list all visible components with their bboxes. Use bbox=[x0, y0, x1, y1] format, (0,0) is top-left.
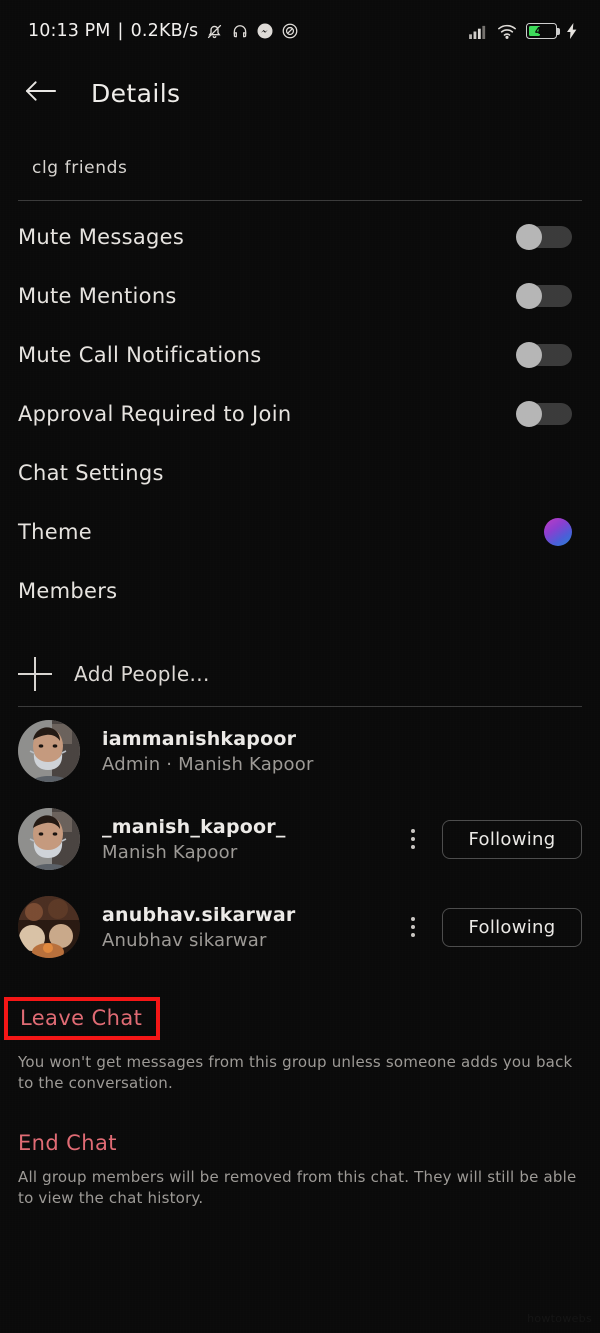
end-chat-section: End Chat All group members will be remov… bbox=[0, 1131, 600, 1208]
more-options-icon[interactable] bbox=[402, 912, 424, 942]
group-name[interactable]: clg friends bbox=[0, 124, 600, 200]
toggle-switch[interactable] bbox=[516, 282, 572, 309]
watermark: howtowebs bbox=[527, 1312, 592, 1325]
page-title: Details bbox=[91, 78, 181, 108]
member-actions: Following bbox=[402, 907, 582, 947]
member-username: anubhav.sikarwar bbox=[102, 903, 296, 926]
theme-color-dot[interactable] bbox=[544, 517, 572, 546]
charging-bolt-icon bbox=[566, 23, 578, 39]
status-bar: 10:13 PM | 0.2KB/s 45 bbox=[0, 0, 600, 62]
member-username: _manish_kapoor_ bbox=[102, 815, 286, 838]
following-button[interactable]: Following bbox=[442, 907, 582, 947]
status-clock: 10:13 PM bbox=[28, 21, 111, 41]
toggle-switch[interactable] bbox=[516, 223, 572, 250]
messenger-icon bbox=[256, 22, 274, 40]
settings-row-label: Mute Mentions bbox=[18, 283, 177, 308]
plus-icon bbox=[18, 657, 52, 691]
toggle-knob bbox=[516, 400, 542, 427]
member-username: iammanishkapoor bbox=[102, 727, 297, 750]
settings-row-label: Mute Call Notifications bbox=[18, 342, 262, 367]
member-list: iammanishkapoor Admin · Manish Kapoor _man… bbox=[0, 707, 600, 971]
more-options-icon[interactable] bbox=[402, 824, 424, 854]
member-subtitle: Admin · Manish Kapoor bbox=[102, 753, 314, 775]
signal-bars-icon bbox=[469, 24, 488, 39]
avatar[interactable] bbox=[18, 808, 80, 870]
settings-row[interactable]: Members bbox=[0, 561, 600, 620]
page-header: Details bbox=[0, 62, 600, 124]
settings-row-label: Theme bbox=[18, 519, 92, 544]
leave-chat-button[interactable]: Leave Chat bbox=[20, 1006, 142, 1030]
toggle-knob bbox=[516, 341, 542, 368]
settings-row[interactable]: Approval Required to Join bbox=[0, 384, 600, 443]
add-people-label: Add People... bbox=[74, 662, 210, 686]
add-people-row[interactable]: Add People... bbox=[0, 642, 600, 706]
avatar[interactable] bbox=[18, 720, 80, 782]
toggle-knob bbox=[516, 282, 542, 309]
settings-row-label: Approval Required to Join bbox=[18, 401, 292, 426]
toggle-switch[interactable] bbox=[516, 341, 572, 368]
member-text: iammanishkapoor Admin · Manish Kapoor bbox=[80, 728, 582, 775]
member-text: _manish_kapoor_ Manish Kapoor bbox=[80, 816, 402, 863]
settings-row-label: Chat Settings bbox=[18, 460, 164, 485]
settings-row-label: Mute Messages bbox=[18, 224, 185, 249]
end-chat-description: All group members will be removed from t… bbox=[18, 1168, 577, 1208]
member-row[interactable]: _manish_kapoor_ Manish Kapoor Following bbox=[0, 795, 600, 883]
avatar[interactable] bbox=[18, 896, 80, 958]
bell-muted-icon bbox=[205, 22, 224, 41]
member-subtitle: Anubhav sikarwar bbox=[102, 929, 267, 951]
leave-chat-section: Leave Chat You won't get messages from t… bbox=[0, 997, 600, 1093]
headphones-icon bbox=[231, 22, 249, 40]
member-subtitle: Manish Kapoor bbox=[102, 841, 238, 863]
member-row[interactable]: anubhav.sikarwar Anubhav sikarwar Followin… bbox=[0, 883, 600, 971]
battery-percent: 45 bbox=[534, 25, 549, 37]
status-bar-right: 45 bbox=[469, 23, 578, 39]
settings-row[interactable]: Theme bbox=[0, 502, 600, 561]
end-chat-button[interactable]: End Chat bbox=[18, 1131, 117, 1155]
settings-row[interactable]: Mute Messages bbox=[0, 207, 600, 266]
settings-row-label: Members bbox=[18, 578, 118, 603]
back-arrow-icon[interactable] bbox=[24, 79, 57, 107]
leave-chat-highlight-box: Leave Chat bbox=[4, 997, 161, 1040]
status-network-speed: 0.2KB/s bbox=[130, 21, 199, 41]
settings-row[interactable]: Mute Call Notifications bbox=[0, 325, 600, 384]
status-separator: | bbox=[117, 21, 124, 41]
settings-row[interactable]: Chat Settings bbox=[0, 443, 600, 502]
phone-screen: 10:13 PM | 0.2KB/s 45 Details clg friend… bbox=[0, 0, 600, 1333]
member-text: anubhav.sikarwar Anubhav sikarwar bbox=[80, 904, 402, 951]
member-actions: Following bbox=[402, 819, 582, 859]
dnd-icon bbox=[281, 22, 299, 40]
leave-chat-description: You won't get messages from this group u… bbox=[18, 1053, 573, 1092]
status-bar-left: 10:13 PM | 0.2KB/s bbox=[28, 21, 299, 41]
battery-icon: 45 bbox=[526, 23, 560, 39]
member-row[interactable]: iammanishkapoor Admin · Manish Kapoor bbox=[0, 707, 600, 795]
settings-list: Mute Messages Mute Mentions Mute Call Noti… bbox=[0, 201, 600, 620]
toggle-switch[interactable] bbox=[516, 400, 572, 427]
settings-row[interactable]: Mute Mentions bbox=[0, 266, 600, 325]
toggle-knob bbox=[516, 223, 542, 250]
following-button[interactable]: Following bbox=[442, 819, 582, 859]
wifi-icon bbox=[497, 24, 517, 39]
